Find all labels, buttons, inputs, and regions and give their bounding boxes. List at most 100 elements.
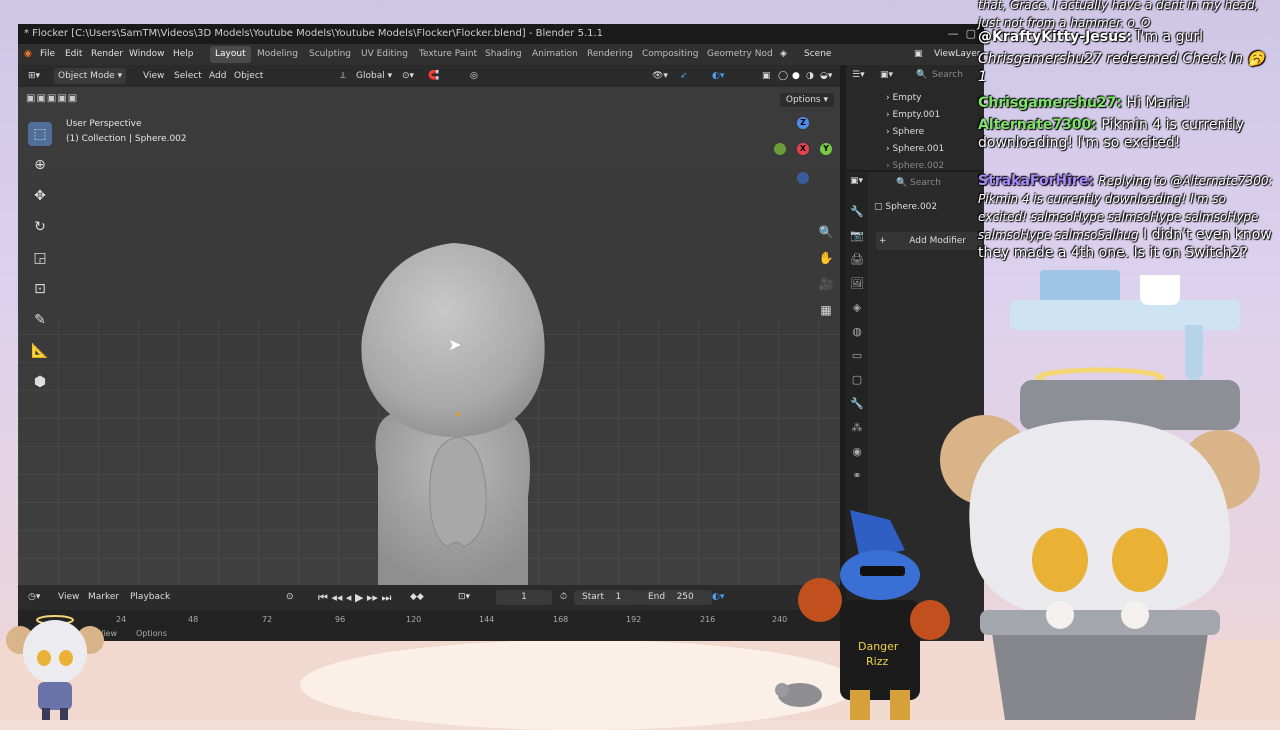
annotate-tool-icon[interactable]: ✎ — [28, 308, 52, 332]
editor-type-icon[interactable]: ⊞▾ — [28, 65, 40, 87]
select-box-tool-icon[interactable]: ⬚ — [28, 122, 52, 146]
record-icon[interactable]: ⊙ — [286, 585, 294, 610]
pivot-icon[interactable]: ⊙▾ — [402, 65, 414, 87]
render-tab-icon[interactable]: 📷 — [846, 224, 868, 248]
camera-view-icon[interactable]: 🎥 — [816, 274, 836, 294]
mode-dropdown[interactable]: Object Mode ▾ — [54, 68, 127, 84]
sphere-model[interactable] — [338, 237, 568, 585]
tab-geometry-nodes[interactable]: Geometry Nod — [702, 46, 778, 63]
tool-tab-icon[interactable]: 🔧 — [846, 200, 868, 224]
tab-uv-editing[interactable]: UV Editing — [356, 46, 413, 63]
start-frame-field[interactable]: Start 1 — [574, 590, 640, 605]
timeline-editor-icon[interactable]: ◷▾ — [28, 585, 40, 610]
tab-animation[interactable]: Animation — [527, 46, 583, 63]
timeline-menu-marker[interactable]: Marker — [88, 585, 119, 610]
outliner-item-empty[interactable]: › Empty — [886, 93, 922, 103]
tab-compositing[interactable]: Compositing — [637, 46, 703, 63]
modifier-tab-icon[interactable]: 🔧 — [846, 392, 868, 416]
shading-wireframe-icon[interactable]: ◯ — [778, 65, 788, 87]
menu-edit[interactable]: Edit — [65, 44, 82, 65]
view-layer-name[interactable]: ViewLayer — [934, 44, 980, 65]
scale-tool-icon[interactable]: ◲ — [28, 246, 52, 270]
outliner-editor-icon[interactable]: ☰▾ — [852, 70, 865, 80]
cursor-tool-icon[interactable]: ⊕ — [28, 153, 52, 177]
orientation-dropdown[interactable]: Global ▾ — [356, 65, 392, 87]
particles-tab-icon[interactable]: ⁂ — [846, 416, 868, 440]
shading-material-icon[interactable]: ◑ — [806, 65, 814, 87]
gizmo-neg-y[interactable] — [774, 143, 786, 155]
object-tab-icon[interactable]: ▢ — [846, 368, 868, 392]
rotate-tool-icon[interactable]: ↻ — [28, 215, 52, 239]
blender-logo-icon[interactable]: ◉ — [24, 44, 32, 65]
zoom-icon[interactable]: 🔍 — [816, 222, 836, 242]
gizmo-z-axis[interactable]: Z — [797, 117, 809, 129]
scene-name[interactable]: Scene — [804, 44, 831, 65]
auto-key-icon[interactable]: ⊡▾ — [458, 585, 470, 610]
properties-search[interactable]: Search — [910, 178, 941, 188]
viewport-menu-add[interactable]: Add — [209, 65, 226, 87]
current-frame-field[interactable]: 1 — [496, 590, 552, 605]
overlay-toggle-icon[interactable]: ◐▾ — [712, 65, 724, 87]
move-tool-icon[interactable]: ✥ — [28, 184, 52, 208]
transform-tool-icon[interactable]: ⊡ — [28, 277, 52, 301]
collection-tab-icon[interactable]: ▭ — [846, 344, 868, 368]
stopwatch-icon[interactable]: ⏱ — [560, 585, 567, 610]
perspective-label: User Perspective — [66, 119, 142, 129]
footer-options[interactable]: Options — [136, 629, 167, 638]
output-tab-icon[interactable]: 🖨 — [846, 248, 868, 272]
proportional-edit-icon[interactable]: ◎ — [470, 65, 478, 87]
pan-hand-icon[interactable]: ✋ — [816, 248, 836, 268]
3d-viewport[interactable]: ▣▣▣▣▣ User Perspective (1) Collection | … — [18, 87, 840, 585]
add-cube-tool-icon[interactable]: ⬢ — [28, 370, 52, 394]
tab-rendering[interactable]: Rendering — [582, 46, 638, 63]
snap-icon[interactable]: 🧲 — [428, 65, 439, 87]
outliner-filter-icon[interactable]: ▣▾ — [880, 70, 893, 80]
menu-window[interactable]: Window — [129, 44, 165, 65]
viewport-menu-select[interactable]: Select — [174, 65, 202, 87]
tab-layout[interactable]: Layout — [210, 46, 251, 63]
outliner-item-empty-001[interactable]: › Empty.001 — [886, 110, 940, 120]
shading-rendered-icon[interactable]: ◒▾ — [820, 65, 832, 87]
window-controls[interactable]: — ▢ — [948, 24, 976, 44]
gizmo-neg-z[interactable] — [797, 172, 809, 184]
menu-file[interactable]: File — [40, 44, 55, 65]
outliner-item-sphere-001[interactable]: › Sphere.001 — [886, 144, 944, 154]
gizmo-y-axis[interactable]: Y — [820, 143, 832, 155]
tab-modeling[interactable]: Modeling — [252, 46, 303, 63]
visibility-icon[interactable]: 👁▾ — [652, 65, 668, 87]
gizmo-toggle-icon[interactable]: ➶ — [680, 65, 688, 87]
keyframe-nav[interactable]: ◆◆ — [410, 585, 424, 610]
world-tab-icon[interactable]: ◍ — [846, 320, 868, 344]
scene-tab-icon[interactable]: ◈ — [846, 296, 868, 320]
view-layer-tab-icon[interactable]: 🖼 — [846, 272, 868, 296]
navigation-gizmo[interactable]: Z X Y — [768, 117, 838, 217]
tab-texture-paint[interactable]: Texture Paint — [414, 46, 482, 63]
tab-shading[interactable]: Shading — [480, 46, 527, 63]
outliner-item-label: Empty.001 — [892, 110, 941, 120]
xray-icon[interactable]: ▣ — [762, 65, 771, 87]
measure-tool-icon[interactable]: 📐 — [28, 339, 52, 363]
add-modifier-button[interactable]: + Add Modifier — [876, 232, 982, 250]
end-frame-field[interactable]: End 250 — [640, 590, 712, 605]
tab-sculpting[interactable]: Sculpting — [304, 46, 356, 63]
shading-solid-icon[interactable]: ● — [792, 65, 800, 87]
outliner-item-sphere-002[interactable]: › Sphere.002 — [886, 161, 944, 171]
menu-help[interactable]: Help — [173, 44, 194, 65]
playback-controls[interactable]: ⏮ ◂◂ ◂ ▶ ▸▸ ⏭ — [318, 585, 391, 610]
select-mode-buttons[interactable]: ▣▣▣▣▣ — [26, 93, 78, 104]
gizmo-x-axis[interactable]: X — [797, 143, 809, 155]
timeline-overlay-icon[interactable]: ◐▾ — [712, 585, 724, 610]
viewport-menu-view[interactable]: View — [143, 65, 164, 87]
options-button[interactable]: Options ▾ — [779, 93, 834, 107]
properties-editor-icon[interactable]: ▣▾ — [850, 176, 863, 186]
viewport-menu-object[interactable]: Object — [234, 65, 263, 87]
timeline-ruler[interactable]: 24 48 72 96 120 144 168 192 216 240 View… — [18, 610, 840, 641]
timeline-menu-view[interactable]: View — [58, 585, 79, 610]
menu-render[interactable]: Render — [91, 44, 123, 65]
outliner-item-sphere[interactable]: › Sphere — [886, 127, 924, 137]
physics-tab-icon[interactable]: ◉ — [846, 440, 868, 464]
outliner-search-placeholder[interactable]: Search — [932, 70, 963, 80]
constraints-tab-icon[interactable]: ⚭ — [846, 464, 868, 488]
timeline-menu-playback[interactable]: Playback — [130, 585, 170, 610]
orthographic-grid-icon[interactable]: ▦ — [816, 300, 836, 320]
